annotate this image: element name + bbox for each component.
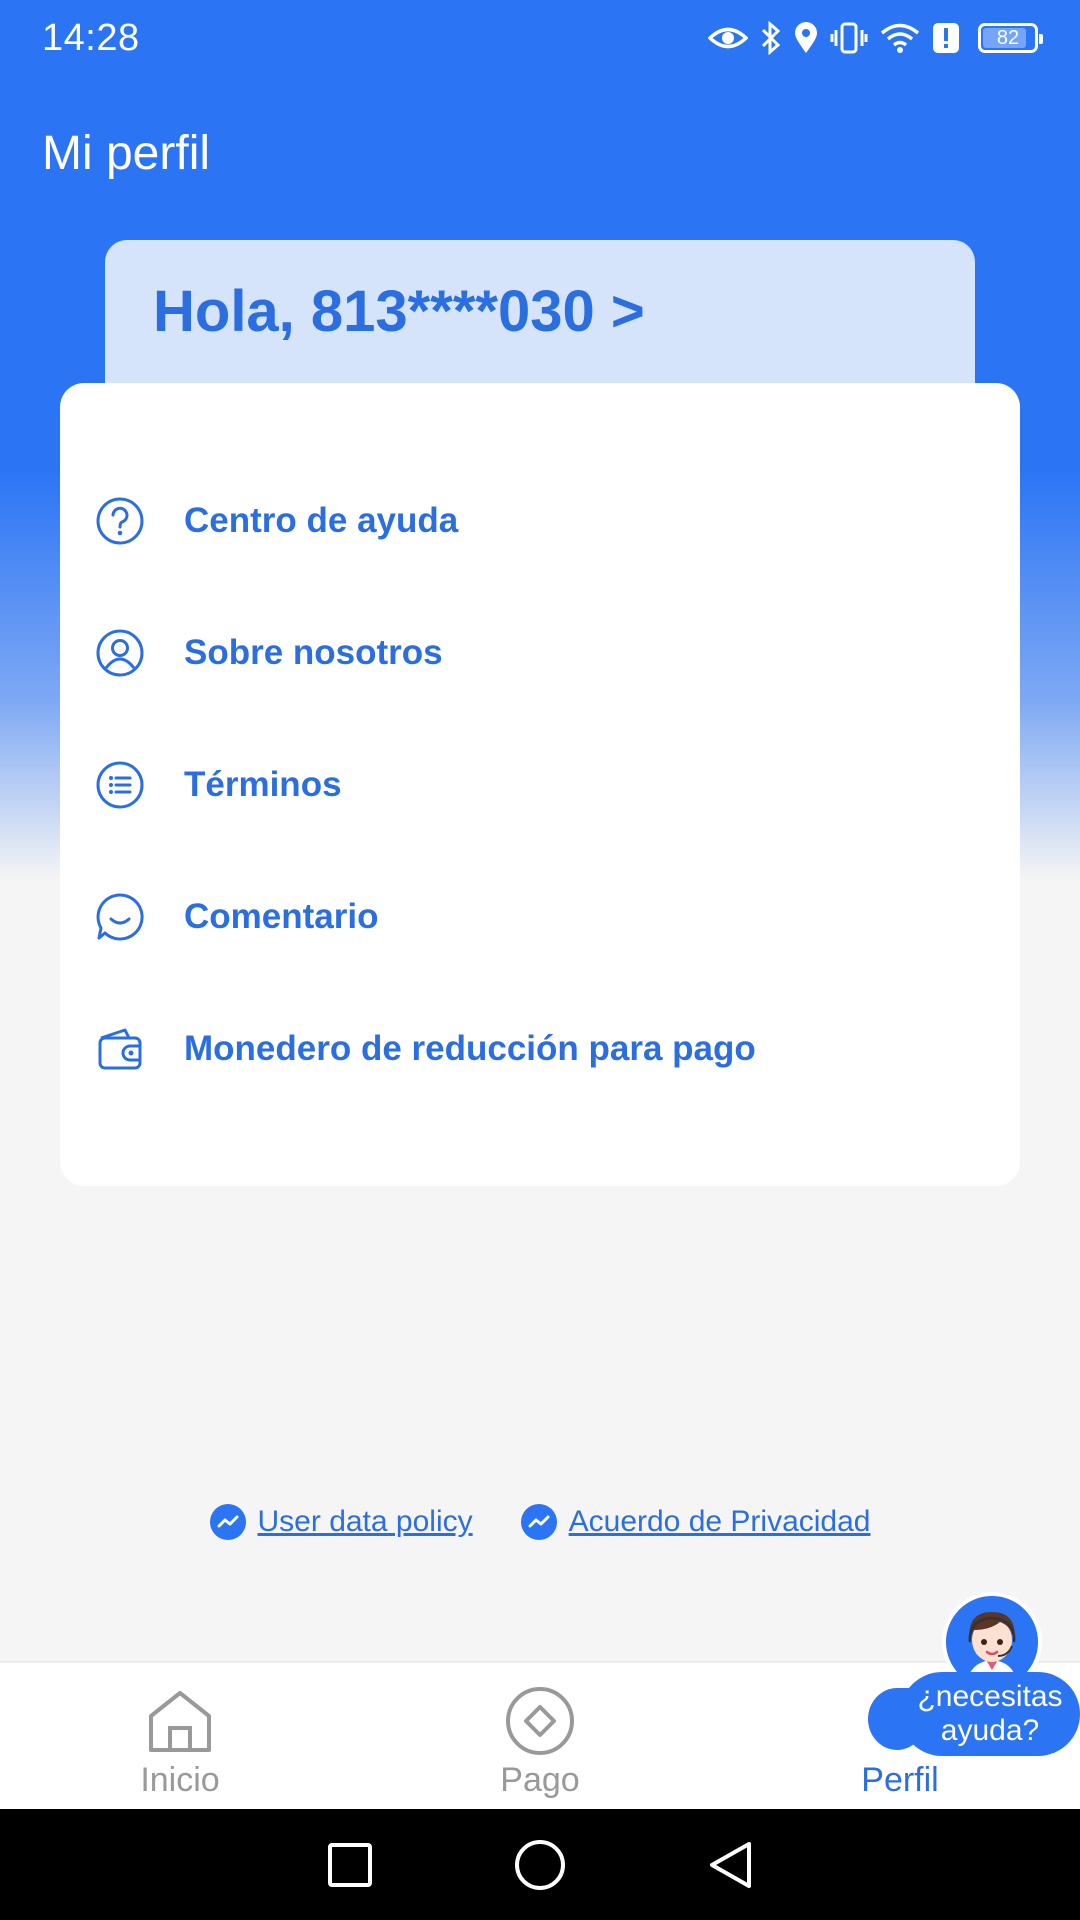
menu-item-wallet[interactable]: Monedero de reducción para pago [60, 983, 1020, 1115]
status-icons: 82 [708, 21, 1043, 55]
nav-item-pago[interactable]: Pago [360, 1663, 720, 1809]
nav-label-pago: Pago [500, 1761, 580, 1799]
back-triangle-icon[interactable] [700, 1835, 760, 1895]
menu-item-label: Comentario [184, 897, 379, 936]
nav-label-inicio: Inicio [140, 1761, 220, 1799]
menu-item-label: Sobre nosotros [184, 633, 443, 672]
menu-item-feedback[interactable]: Comentario [60, 851, 1020, 983]
menu-card: Centro de ayuda Sobre nosotros Términos … [60, 383, 1020, 1186]
menu-item-label: Centro de ayuda [184, 501, 459, 540]
system-nav-bar [0, 1809, 1080, 1920]
check-badge-icon [520, 1504, 557, 1540]
nav-item-inicio[interactable]: Inicio [0, 1663, 360, 1809]
check-badge-icon [209, 1504, 246, 1540]
menu-item-label: Monedero de reducción para pago [184, 1029, 756, 1068]
location-icon [794, 22, 818, 54]
home-icon [144, 1685, 216, 1757]
battery-level: 82 [996, 26, 1020, 49]
greeting-card[interactable]: Hola, 813****030 > [105, 240, 975, 400]
help-bubble-text[interactable]: ¿necesitas ayuda? [900, 1672, 1080, 1756]
chat-icon [94, 891, 146, 943]
help-circle-icon [94, 495, 146, 547]
nav-label-perfil: Perfil [861, 1761, 939, 1799]
alert-icon [932, 22, 960, 54]
user-data-policy-link[interactable]: User data policy [209, 1504, 473, 1540]
recent-apps-icon[interactable] [320, 1835, 380, 1895]
payment-icon [504, 1685, 576, 1757]
home-circle-icon[interactable] [510, 1835, 570, 1895]
privacy-agreement-link[interactable]: Acuerdo de Privacidad [520, 1504, 871, 1540]
vibrate-icon [830, 22, 868, 54]
user-data-policy-text[interactable]: User data policy [258, 1505, 473, 1539]
page-title: Mi perfil [42, 127, 211, 180]
status-bar: 14:28 82 [0, 0, 1080, 76]
greeting-text[interactable]: Hola, 813****030 > [153, 278, 927, 345]
eye-icon [708, 23, 748, 53]
menu-item-label: Términos [184, 765, 342, 804]
help-chat-button[interactable]: ¿necesitas ayuda? [868, 1592, 1080, 1756]
wifi-icon [880, 22, 920, 54]
bluetooth-icon [760, 21, 782, 55]
menu-item-help-center[interactable]: Centro de ayuda [60, 455, 1020, 587]
menu-item-about-us[interactable]: Sobre nosotros [60, 587, 1020, 719]
privacy-agreement-text[interactable]: Acuerdo de Privacidad [569, 1505, 871, 1539]
policy-links: User data policy Acuerdo de Privacidad [0, 1504, 1080, 1540]
menu-item-terms[interactable]: Términos [60, 719, 1020, 851]
status-time: 14:28 [42, 16, 140, 59]
list-icon [94, 759, 146, 811]
battery-icon: 82 [978, 23, 1043, 53]
user-circle-icon [94, 627, 146, 679]
wallet-icon [94, 1023, 146, 1075]
